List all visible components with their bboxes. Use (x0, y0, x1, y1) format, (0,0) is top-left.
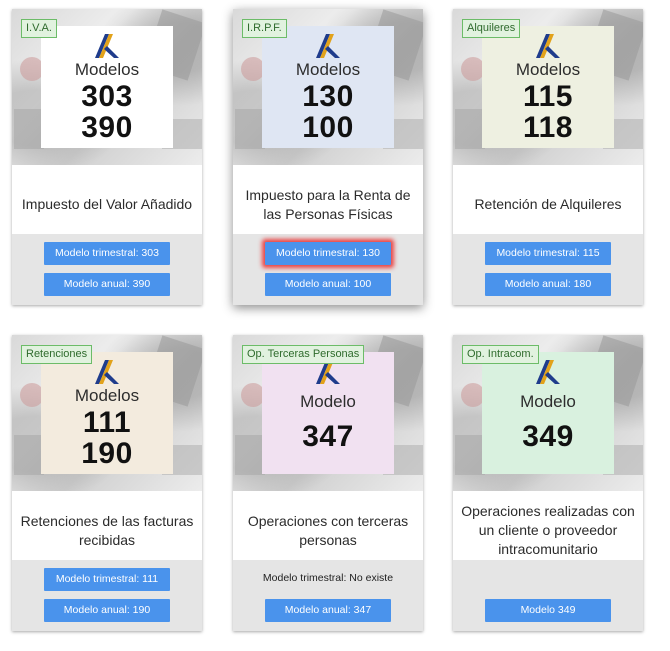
card-terceras-personas: Modelo 347 Op. Terceras Personas Operaci… (233, 335, 423, 631)
card-actions: Modelo trimestral: 130 Modelo anual: 100 (233, 234, 423, 305)
agencia-tributaria-logo-icon (316, 34, 340, 58)
card-irpf: Modelos 130 100 I.R.P.F. Impuesto para l… (233, 9, 423, 305)
model-quarterly-button[interactable]: Modelo trimestral: 115 (485, 242, 611, 265)
model-number: 130 (302, 80, 354, 113)
model-number: 303 (81, 80, 133, 113)
card-actions: Modelo trimestral: 115 Modelo anual: 180 (453, 234, 643, 305)
model-annual-button[interactable]: Modelo anual: 180 (485, 273, 611, 296)
card-retenciones: Modelos 111 190 Retenciones Retenciones … (12, 335, 202, 631)
model-number: 390 (81, 111, 133, 144)
model-quarterly-button[interactable]: Modelo trimestral: 303 (44, 242, 170, 265)
category-tag: Op. Terceras Personas (242, 345, 365, 364)
category-tag: Retenciones (21, 345, 93, 364)
model-annual-button[interactable]: Modelo anual: 390 (44, 273, 170, 296)
poster-title: Modelo (520, 392, 576, 411)
card-description: Retenciones de las facturas recibidas (20, 512, 194, 548)
model-number: 100 (302, 111, 354, 144)
card-intracomunitario: Modelo 349 Op. Intracom. Operaciones rea… (453, 335, 643, 631)
card-description: Retención de Alquileres (474, 196, 622, 212)
model-poster: Modelo 349 (482, 352, 614, 474)
card-description: Impuesto del Valor Añadido (21, 196, 193, 212)
model-poster: Modelos 115 118 (482, 26, 614, 148)
model-349-button[interactable]: Modelo 349 (485, 599, 611, 622)
model-quarterly-button[interactable]: Modelo trimestral: 111 (44, 568, 170, 591)
category-tag: Alquileres (462, 19, 521, 38)
card-actions: Modelo 349 (453, 560, 643, 631)
model-number: 190 (81, 437, 133, 470)
card-alquileres: Modelos 115 118 Alquileres Retención de … (453, 9, 643, 305)
poster-title: Modelo (300, 392, 356, 411)
agencia-tributaria-logo-icon (95, 34, 119, 58)
category-tag: Op. Intracom. (462, 345, 539, 364)
category-tag: I.R.P.F. (242, 19, 287, 38)
model-number: 347 (302, 420, 354, 453)
card-description: Impuesto para la Renta de las Personas F… (245, 186, 411, 222)
model-quarterly-button[interactable]: Modelo trimestral: 130 (265, 242, 391, 265)
model-annual-button[interactable]: Modelo anual: 347 (265, 599, 391, 622)
card-description: Operaciones realizadas con un cliente o … (461, 503, 635, 557)
model-poster: Modelo 347 (262, 352, 394, 474)
model-number: 111 (82, 406, 132, 439)
model-poster: Modelos 303 390 (41, 26, 173, 148)
model-annual-button[interactable]: Modelo anual: 190 (44, 599, 170, 622)
model-annual-button[interactable]: Modelo anual: 100 (265, 273, 391, 296)
poster-title: Modelos (295, 60, 361, 79)
model-poster: Modelos 111 190 (41, 352, 173, 474)
model-number: 118 (523, 111, 573, 144)
poster-title: Modelos (74, 386, 140, 405)
model-poster: Modelos 130 100 (262, 26, 394, 148)
card-actions: Modelo trimestral: 111 Modelo anual: 190 (12, 560, 202, 631)
poster-title: Modelos (515, 60, 581, 79)
agencia-tributaria-logo-icon (95, 360, 119, 384)
card-actions: Modelo trimestral: No existe Modelo anua… (233, 560, 423, 631)
card-iva: Modelos 303 390 I.V.A. Impuesto del Valo… (12, 9, 202, 305)
agencia-tributaria-logo-icon (536, 34, 560, 58)
poster-title: Modelos (74, 60, 140, 79)
card-description: Operaciones con terceras personas (247, 512, 409, 548)
model-number: 115 (523, 80, 573, 113)
quarterly-not-available-note: Modelo trimestral: No existe (262, 572, 394, 584)
card-actions: Modelo trimestral: 303 Modelo anual: 390 (12, 234, 202, 305)
model-number: 349 (522, 420, 574, 453)
category-tag: I.V.A. (21, 19, 57, 38)
